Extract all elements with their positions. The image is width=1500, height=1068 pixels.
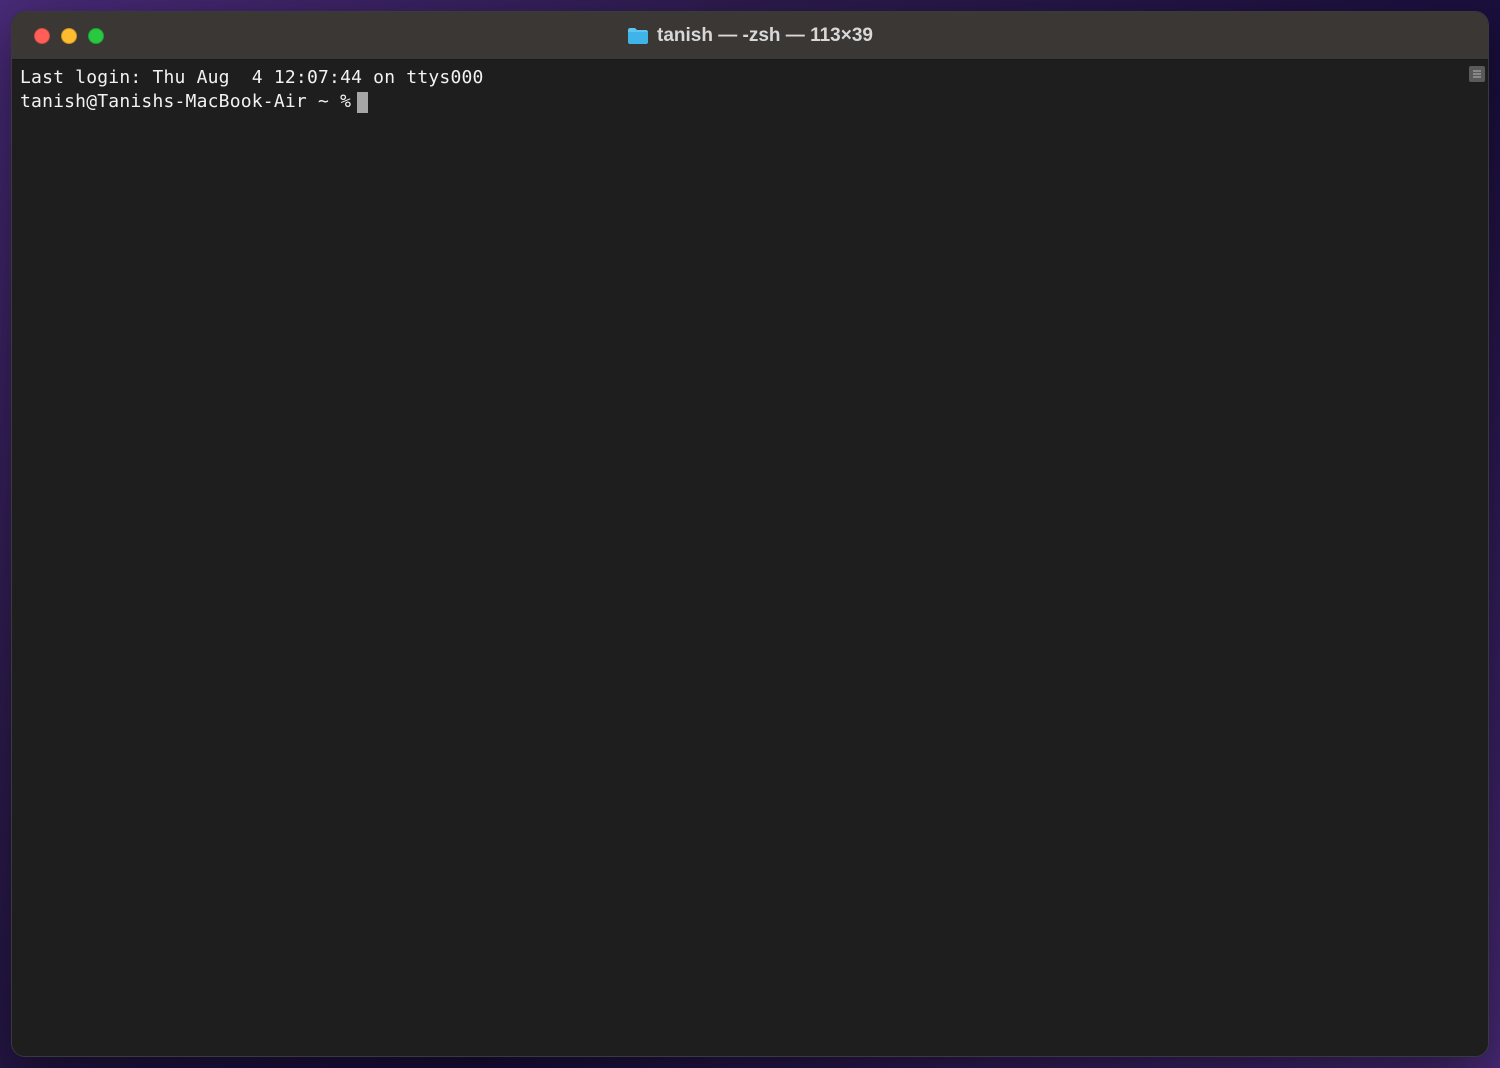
window-title: tanish — -zsh — 113×39 (657, 25, 873, 47)
minimize-button[interactable] (61, 28, 77, 44)
last-login-line: Last login: Thu Aug 4 12:07:44 on ttys00… (20, 67, 484, 88)
terminal-body: Last login: Thu Aug 4 12:07:44 on ttys00… (12, 60, 1488, 1056)
scroll-indicator-icon (1469, 66, 1485, 82)
maximize-button[interactable] (88, 28, 104, 44)
window-title-container: tanish — -zsh — 113×39 (12, 25, 1488, 47)
terminal-window: tanish — -zsh — 113×39 Last login: Thu A… (11, 11, 1489, 1057)
traffic-lights (12, 28, 104, 44)
scrollbar[interactable] (1468, 60, 1488, 1056)
cursor (357, 92, 368, 113)
close-button[interactable] (34, 28, 50, 44)
title-bar[interactable]: tanish — -zsh — 113×39 (12, 12, 1488, 60)
terminal-content[interactable]: Last login: Thu Aug 4 12:07:44 on ttys00… (12, 60, 1468, 1056)
shell-prompt: tanish@Tanishs-MacBook-Air ~ % (20, 90, 351, 114)
folder-icon (627, 27, 649, 45)
